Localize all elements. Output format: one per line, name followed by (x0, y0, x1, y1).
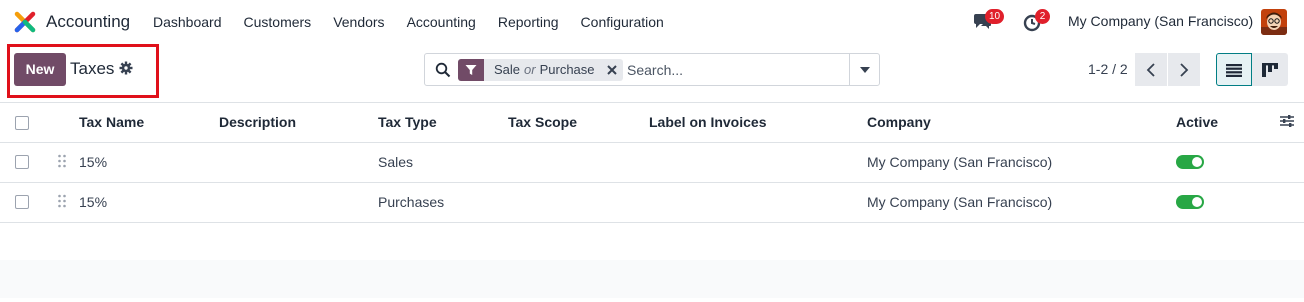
optional-columns-icon[interactable] (1280, 114, 1294, 128)
menu-item-vendors[interactable]: Vendors (322, 0, 395, 44)
column-header-description[interactable]: Description (219, 114, 296, 130)
search-icon[interactable] (435, 62, 451, 78)
menu-item-reporting[interactable]: Reporting (487, 0, 570, 44)
drag-handle-icon[interactable] (57, 154, 67, 168)
activities-badge: 2 (1035, 9, 1050, 24)
facet-value-purchase: Purchase (539, 62, 595, 77)
search-input[interactable] (627, 58, 847, 82)
new-button[interactable]: New (14, 53, 66, 86)
pager-next-button[interactable] (1168, 53, 1200, 86)
column-header-label-on-invoices[interactable]: Label on Invoices (649, 114, 766, 130)
menu-item-customers[interactable]: Customers (233, 0, 323, 44)
cell-tax-name: 15% (79, 154, 108, 170)
cell-tax-type: Purchases (378, 194, 445, 210)
cell-company: My Company (San Francisco) (867, 154, 1053, 170)
table-footer (0, 260, 1304, 298)
cell-company: My Company (San Francisco) (867, 194, 1053, 210)
main-menu: Dashboard Customers Vendors Accounting R… (142, 0, 675, 44)
caret-down-icon (859, 66, 870, 73)
column-header-company[interactable]: Company (867, 114, 931, 130)
list-view-button[interactable] (1216, 53, 1252, 86)
row-divider (0, 222, 1304, 223)
header-divider (0, 142, 1304, 143)
facet-values: Sale or Purchase (484, 59, 601, 81)
chevron-right-icon (1180, 62, 1189, 77)
messages-badge: 10 (985, 9, 1005, 24)
drag-handle-icon[interactable] (57, 194, 67, 208)
kanban-view-button[interactable] (1252, 53, 1288, 86)
user-avatar[interactable] (1261, 9, 1287, 35)
pager-previous-button[interactable] (1135, 53, 1167, 86)
filter-icon (458, 59, 484, 81)
table-top-border (0, 102, 1304, 103)
chevron-left-icon (1146, 62, 1155, 77)
company-switcher[interactable]: My Company (San Francisco) (1068, 13, 1253, 29)
menu-item-configuration[interactable]: Configuration (570, 0, 675, 44)
gear-icon[interactable] (119, 61, 133, 75)
app-name[interactable]: Accounting (46, 12, 130, 32)
cell-tax-name: 15% (79, 194, 108, 210)
accounting-app-icon[interactable] (14, 11, 36, 33)
row-checkbox[interactable] (15, 155, 29, 169)
close-icon[interactable] (601, 59, 623, 81)
list-view-icon (1226, 63, 1242, 77)
select-all-checkbox[interactable] (15, 116, 29, 130)
cell-tax-type: Sales (378, 154, 414, 170)
column-header-active[interactable]: Active (1176, 114, 1218, 130)
top-navbar: Accounting Dashboard Customers Vendors A… (0, 0, 1304, 44)
menu-item-dashboard[interactable]: Dashboard (142, 0, 233, 44)
page-title: Taxes (70, 59, 115, 78)
facet-separator: or (524, 62, 536, 77)
active-toggle[interactable] (1176, 195, 1204, 209)
filter-facet: Sale or Purchase (458, 59, 623, 81)
kanban-view-icon (1262, 62, 1278, 77)
search-options-toggle[interactable] (849, 54, 879, 85)
column-header-tax-type[interactable]: Tax Type (378, 114, 437, 130)
search-bar: Sale or Purchase (424, 53, 880, 86)
facet-value-sale: Sale (494, 62, 521, 77)
row-divider (0, 182, 1304, 183)
pager-value[interactable]: 1-2 / 2 (1088, 61, 1128, 77)
active-toggle[interactable] (1176, 155, 1204, 169)
column-header-tax-name[interactable]: Tax Name (79, 114, 144, 130)
menu-item-accounting[interactable]: Accounting (396, 0, 487, 44)
row-checkbox[interactable] (15, 195, 29, 209)
column-header-tax-scope[interactable]: Tax Scope (508, 114, 577, 130)
